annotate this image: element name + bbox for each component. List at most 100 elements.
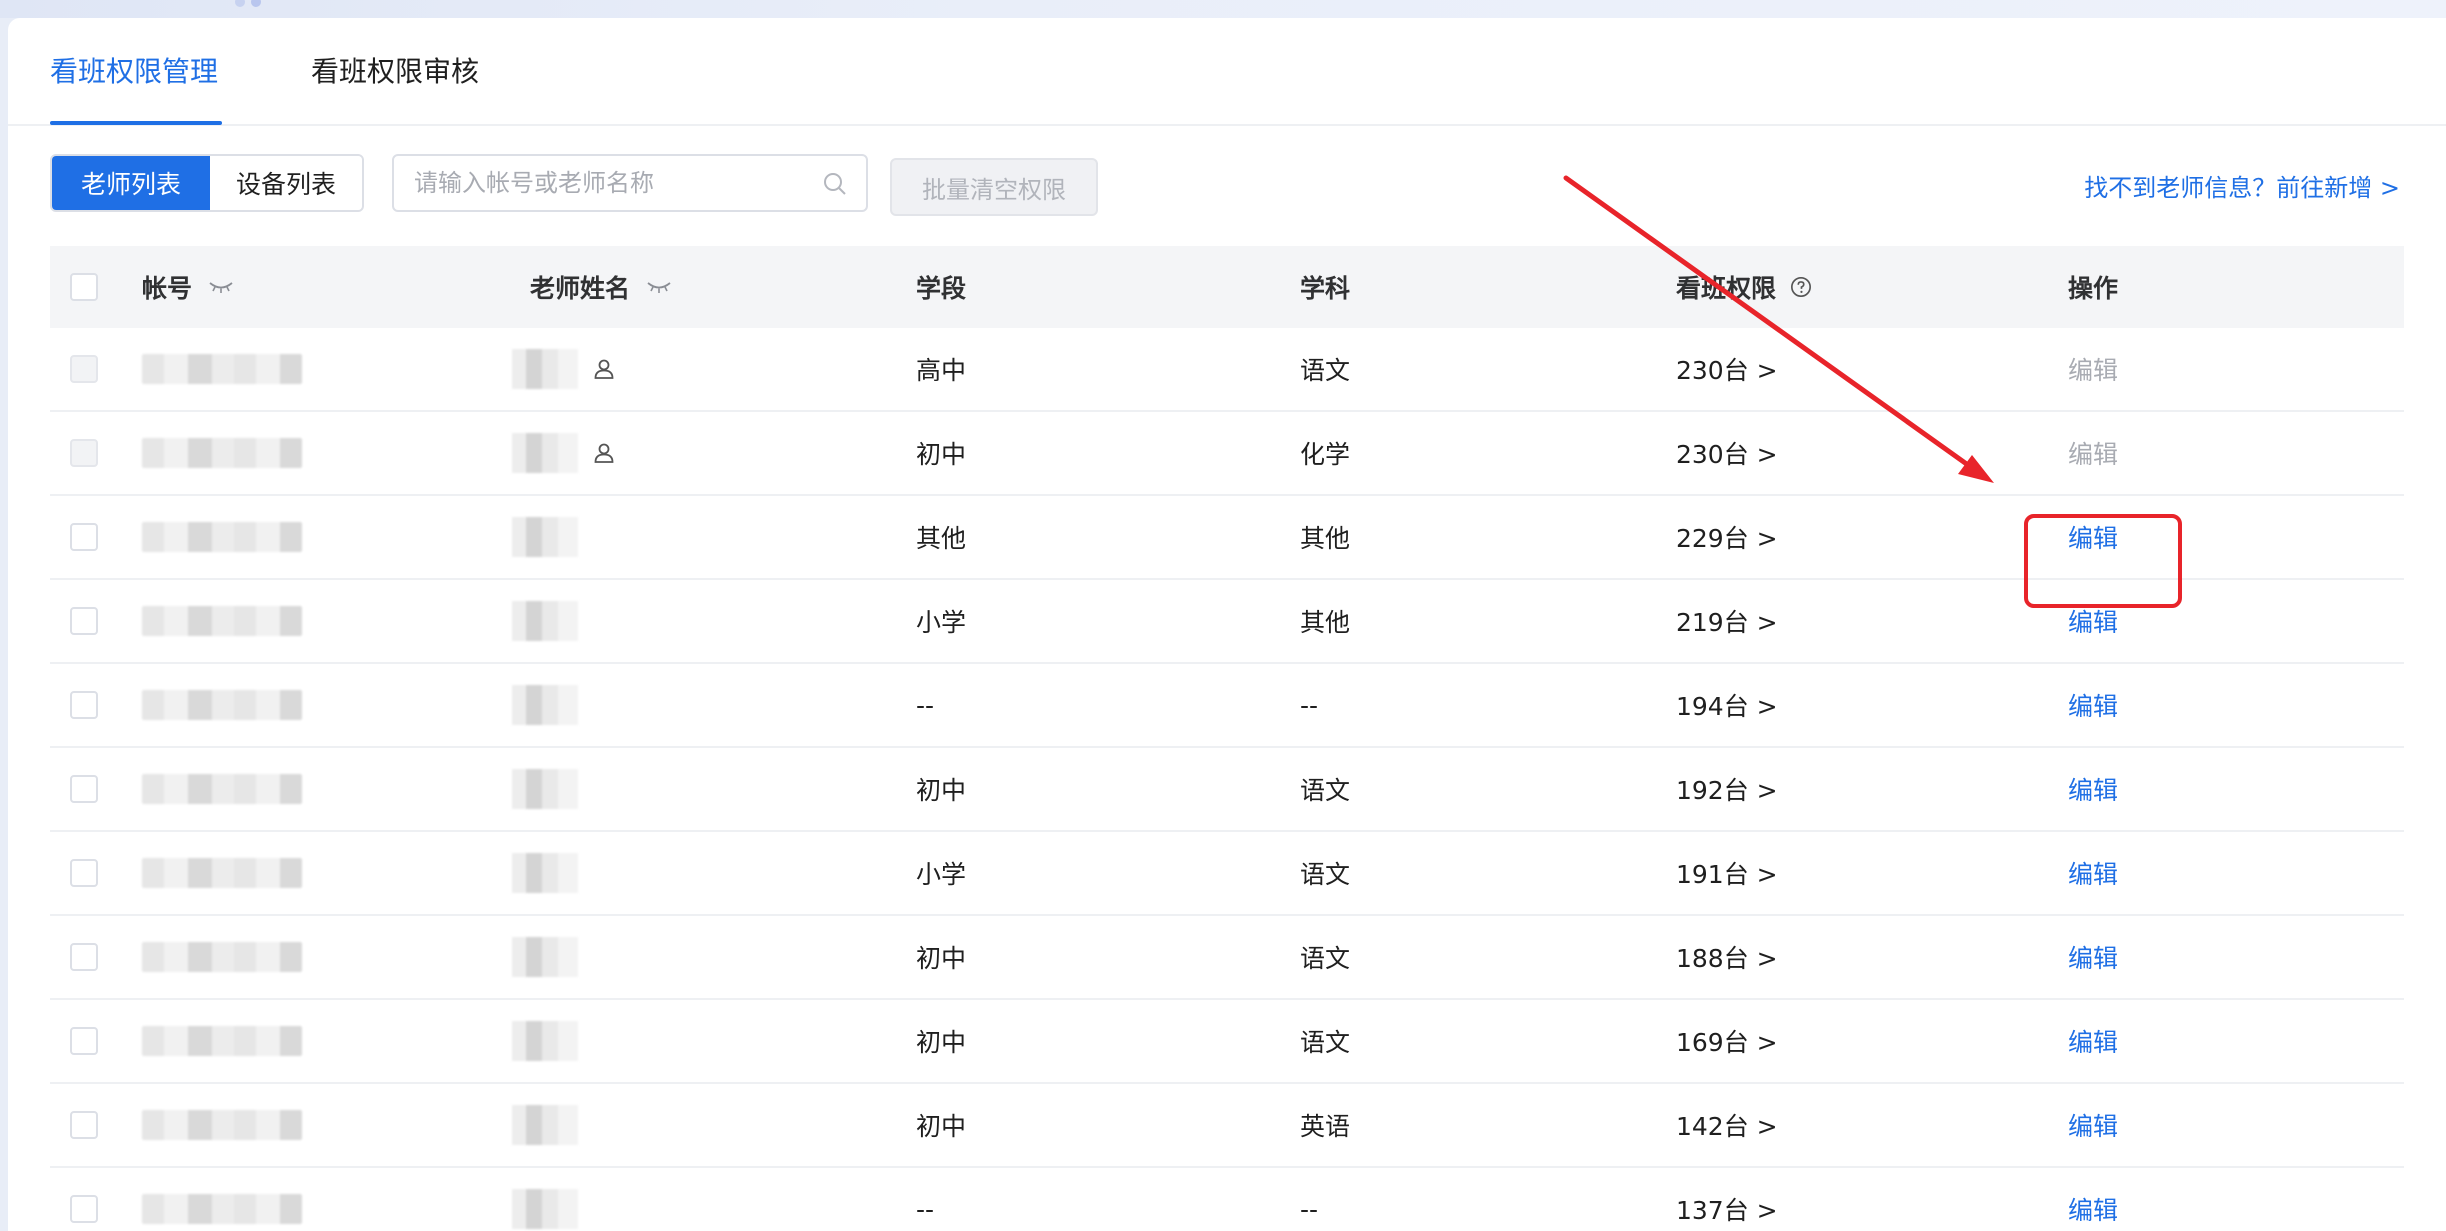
- table-row: 初中 语文 192台 > 编辑: [50, 748, 2404, 832]
- subject-cell: 语文: [1300, 356, 1351, 385]
- edit-button[interactable]: 编辑: [2068, 1168, 2118, 1231]
- edit-button[interactable]: 编辑: [2068, 1084, 2118, 1166]
- account-redacted: [142, 1026, 302, 1056]
- teacher-name-redacted: [512, 1105, 578, 1145]
- row-checkbox[interactable]: [70, 1027, 98, 1055]
- edit-button[interactable]: 编辑: [2068, 580, 2118, 662]
- stage-cell: 小学: [916, 608, 967, 637]
- row-checkbox[interactable]: [70, 607, 98, 635]
- edit-button[interactable]: 编辑: [2068, 664, 2118, 746]
- header-permission: 看班权限: [1676, 274, 1777, 303]
- edit-button[interactable]: 编辑: [2068, 916, 2118, 998]
- header-account: 帐号: [142, 274, 193, 303]
- account-redacted: [142, 1110, 302, 1140]
- stage-cell: 其他: [916, 524, 967, 553]
- row-checkbox[interactable]: [70, 523, 98, 551]
- row-checkbox[interactable]: [70, 691, 98, 719]
- permission-link[interactable]: 219台 >: [1676, 580, 1778, 662]
- teacher-name-redacted: [512, 937, 578, 977]
- permission-link[interactable]: 142台 >: [1676, 1084, 1778, 1166]
- header-action: 操作: [2068, 274, 2119, 303]
- account-redacted: [142, 858, 302, 888]
- table-row: 小学 其他 219台 > 编辑: [50, 580, 2404, 664]
- main-card: 看班权限管理 看班权限审核 老师列表 设备列表 批量清空权限 找不到老师信息？前…: [8, 18, 2446, 1231]
- account-redacted: [142, 774, 302, 804]
- subject-cell: 英语: [1300, 1112, 1351, 1141]
- permission-link[interactable]: 188台 >: [1676, 916, 1778, 998]
- user-icon: [594, 359, 614, 379]
- account-redacted: [142, 438, 302, 468]
- account-redacted: [142, 522, 302, 552]
- row-checkbox[interactable]: [70, 943, 98, 971]
- help-circle-icon[interactable]: [1790, 276, 1812, 298]
- row-checkbox[interactable]: [70, 775, 98, 803]
- subject-cell: --: [1300, 690, 1319, 720]
- table-row: 其他 其他 229台 > 编辑: [50, 496, 2404, 580]
- subject-cell: 语文: [1300, 860, 1351, 889]
- permission-link[interactable]: 229台 >: [1676, 496, 1778, 578]
- table-row: 初中 语文 188台 > 编辑: [50, 916, 2404, 1000]
- user-icon: [594, 443, 614, 463]
- search-input[interactable]: [414, 156, 814, 210]
- tab-permission-management[interactable]: 看班权限管理: [50, 52, 218, 92]
- teacher-name-redacted: [512, 769, 578, 809]
- row-checkbox[interactable]: [70, 1195, 98, 1223]
- permission-link[interactable]: 192台 >: [1676, 748, 1778, 830]
- top-background-strip: [0, 0, 2446, 18]
- subject-cell: 化学: [1300, 440, 1351, 469]
- account-redacted: [142, 1194, 302, 1224]
- teacher-name-redacted: [512, 433, 578, 473]
- teacher-name-redacted: [512, 1021, 578, 1061]
- stage-cell: 初中: [916, 944, 967, 973]
- permission-link[interactable]: 191台 >: [1676, 832, 1778, 914]
- eye-closed-icon[interactable]: [208, 280, 234, 294]
- row-checkbox[interactable]: [70, 859, 98, 887]
- header-teacher-name: 老师姓名: [530, 274, 631, 303]
- account-redacted: [142, 690, 302, 720]
- stage-cell: --: [916, 1194, 935, 1224]
- table-body: 高中 语文 230台 > 编辑 初中 化学 230台 > 编辑 其他 其他 229台 > 编辑 小学 其他…: [50, 328, 2404, 1231]
- stage-cell: --: [916, 690, 935, 720]
- table-row: 小学 语文 191台 > 编辑: [50, 832, 2404, 916]
- header-stage: 学段: [916, 274, 967, 303]
- search-icon[interactable]: [822, 171, 848, 197]
- stage-cell: 初中: [916, 1028, 967, 1057]
- subject-cell: 语文: [1300, 1028, 1351, 1057]
- table-row: -- -- 137台 > 编辑: [50, 1168, 2404, 1231]
- account-redacted: [142, 942, 302, 972]
- table-row: 高中 语文 230台 > 编辑: [50, 328, 2404, 412]
- edit-button[interactable]: 编辑: [2068, 496, 2118, 578]
- teacher-table: 帐号 老师姓名 学段 学科 看班权限 操作 高中 语文 230台 > 编辑 初中…: [50, 246, 2404, 1231]
- edit-button[interactable]: 编辑: [2068, 832, 2118, 914]
- teacher-list-button[interactable]: 老师列表: [52, 156, 210, 210]
- stage-cell: 初中: [916, 776, 967, 805]
- select-all-checkbox[interactable]: [70, 273, 98, 301]
- batch-clear-button[interactable]: 批量清空权限: [890, 158, 1098, 216]
- edit-button[interactable]: 编辑: [2068, 1000, 2118, 1082]
- permission-link[interactable]: 194台 >: [1676, 664, 1778, 746]
- row-checkbox[interactable]: [70, 439, 98, 467]
- edit-button[interactable]: 编辑: [2068, 328, 2118, 410]
- teacher-name-redacted: [512, 517, 578, 557]
- add-teacher-link[interactable]: 找不到老师信息？前往新增 >: [2084, 168, 2400, 203]
- tab-bar: 看班权限管理 看班权限审核: [8, 18, 2446, 126]
- table-row: 初中 英语 142台 > 编辑: [50, 1084, 2404, 1168]
- row-checkbox[interactable]: [70, 355, 98, 383]
- decoration-icon: [235, 0, 261, 7]
- row-checkbox[interactable]: [70, 1111, 98, 1139]
- teacher-name-redacted: [512, 349, 578, 389]
- device-list-button[interactable]: 设备列表: [210, 156, 362, 210]
- table-row: -- -- 194台 > 编辑: [50, 664, 2404, 748]
- edit-button[interactable]: 编辑: [2068, 412, 2118, 494]
- subject-cell: 其他: [1300, 608, 1351, 637]
- edit-button[interactable]: 编辑: [2068, 748, 2118, 830]
- teacher-name-redacted: [512, 685, 578, 725]
- permission-link[interactable]: 230台 >: [1676, 412, 1778, 494]
- permission-link[interactable]: 230台 >: [1676, 328, 1778, 410]
- permission-link[interactable]: 169台 >: [1676, 1000, 1778, 1082]
- permission-link[interactable]: 137台 >: [1676, 1168, 1778, 1231]
- eye-closed-icon[interactable]: [646, 280, 672, 294]
- tab-permission-review[interactable]: 看班权限审核: [311, 52, 479, 92]
- active-tab-indicator: [50, 121, 222, 125]
- teacher-name-redacted: [512, 853, 578, 893]
